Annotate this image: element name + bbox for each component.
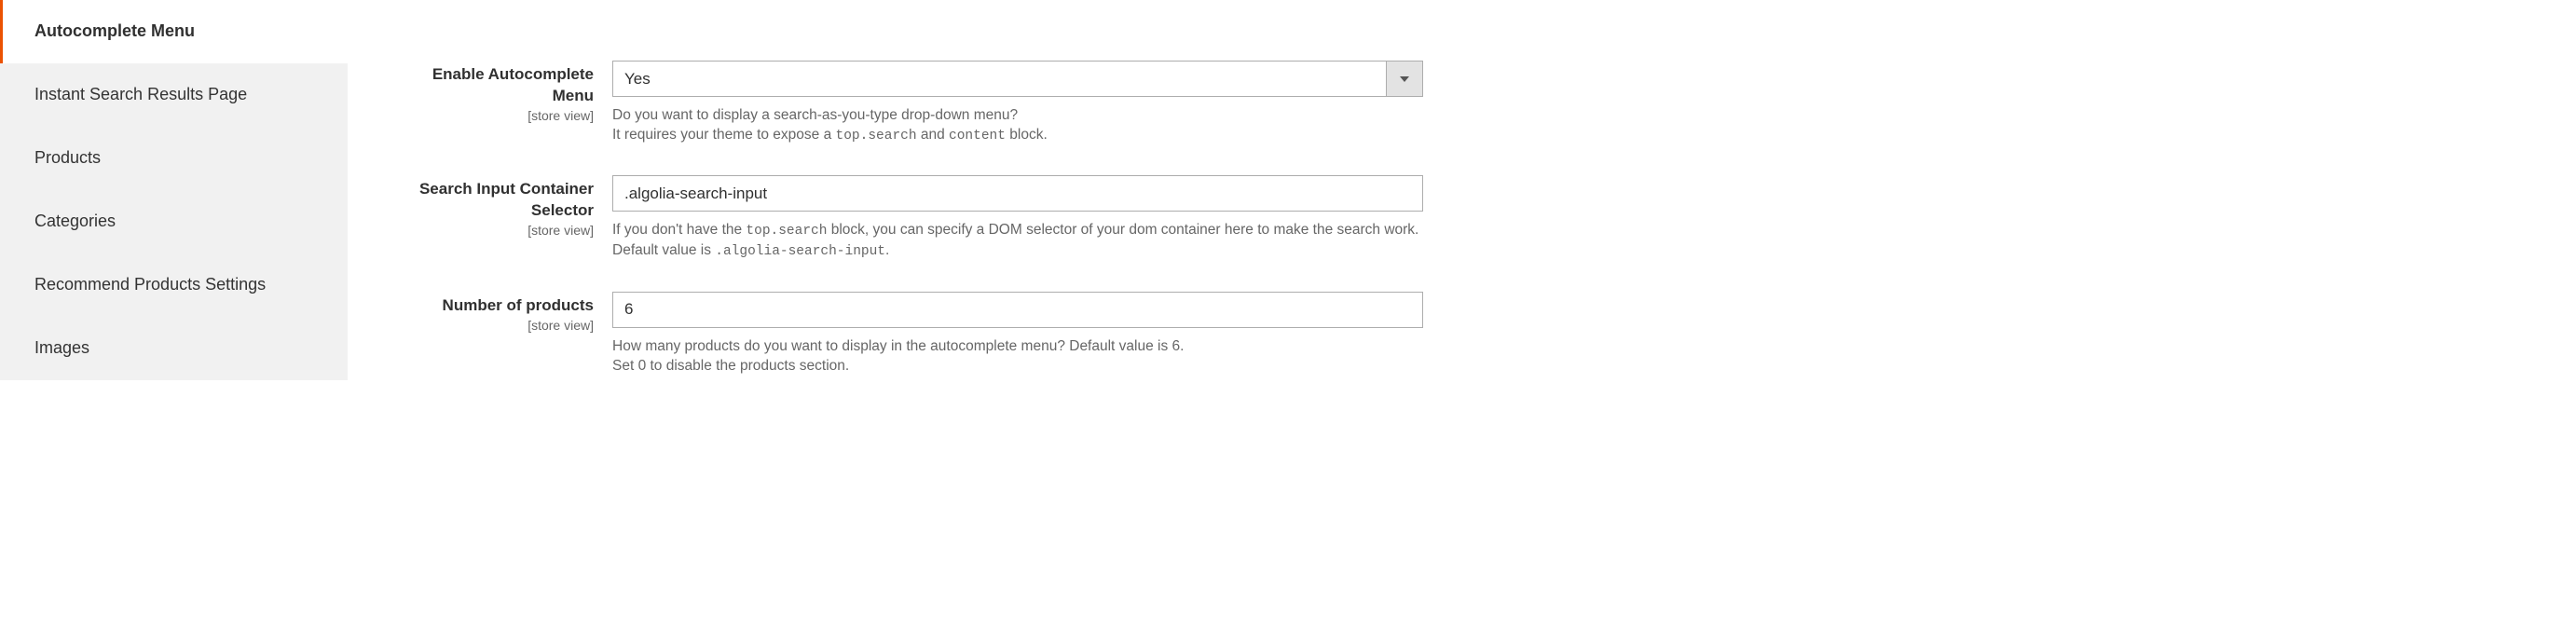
field-label: Enable Autocomplete Menu xyxy=(392,64,594,107)
help-code: content xyxy=(949,129,1006,144)
search-selector-input[interactable] xyxy=(612,175,1423,212)
number-of-products-input[interactable] xyxy=(612,292,1423,328)
config-layout: Autocomplete Menu Instant Search Results… xyxy=(0,0,2576,643)
sidebar-item-products[interactable]: Products xyxy=(0,127,348,190)
help-text: . xyxy=(885,242,889,258)
help-text: If you don't have the xyxy=(612,222,746,238)
sidebar-item-label: Categories xyxy=(34,212,116,230)
help-code: top.search xyxy=(836,129,917,144)
field-label-col: Enable Autocomplete Menu [store view] xyxy=(392,61,612,123)
field-label: Search Input Container Selector xyxy=(392,179,594,222)
field-control-col: Yes Do you want to display a search-as-y… xyxy=(612,61,1423,145)
config-main: Enable Autocomplete Menu [store view] Ye… xyxy=(348,0,2576,643)
select-value: Yes xyxy=(613,62,1386,96)
help-text: How many products do you want to display… xyxy=(612,338,1184,354)
help-code: .algolia-search-input xyxy=(715,244,885,259)
field-help: How many products do you want to display… xyxy=(612,337,1423,376)
field-label: Number of products xyxy=(392,295,594,317)
help-text: block. xyxy=(1006,127,1048,143)
help-text: Set 0 to disable the products section. xyxy=(612,358,849,374)
sidebar-item-label: Recommend Products Settings xyxy=(34,275,266,294)
help-text: It requires your theme to expose a xyxy=(612,127,836,143)
field-number-of-products: Number of products [store view] How many… xyxy=(392,292,2548,376)
config-sidebar: Autocomplete Menu Instant Search Results… xyxy=(0,0,348,643)
field-search-selector: Search Input Container Selector [store v… xyxy=(392,175,2548,261)
sidebar-item-label: Autocomplete Menu xyxy=(34,21,195,40)
field-control-col: If you don't have the top.search block, … xyxy=(612,175,1423,261)
help-code: top.search xyxy=(746,224,827,239)
help-text: and xyxy=(917,127,949,143)
enable-autocomplete-select[interactable]: Yes xyxy=(612,61,1423,97)
sidebar-item-label: Products xyxy=(34,148,101,167)
sidebar-item-instant-search[interactable]: Instant Search Results Page xyxy=(0,63,348,127)
field-scope: [store view] xyxy=(392,318,594,333)
field-control-col: How many products do you want to display… xyxy=(612,292,1423,376)
field-scope: [store view] xyxy=(392,223,594,238)
sidebar-item-images[interactable]: Images xyxy=(0,317,348,380)
chevron-down-icon xyxy=(1386,62,1422,96)
field-help: If you don't have the top.search block, … xyxy=(612,221,1423,261)
sidebar-item-autocomplete-menu[interactable]: Autocomplete Menu xyxy=(0,0,348,63)
sidebar-item-categories[interactable]: Categories xyxy=(0,190,348,253)
sidebar-item-label: Instant Search Results Page xyxy=(34,85,247,103)
field-help: Do you want to display a search-as-you-t… xyxy=(612,106,1423,145)
sidebar-item-recommend[interactable]: Recommend Products Settings xyxy=(0,253,348,317)
field-scope: [store view] xyxy=(392,108,594,123)
sidebar-item-label: Images xyxy=(34,338,89,357)
help-text: Do you want to display a search-as-you-t… xyxy=(612,107,1018,123)
field-label-col: Search Input Container Selector [store v… xyxy=(392,175,612,238)
field-label-col: Number of products [store view] xyxy=(392,292,612,333)
field-enable-autocomplete: Enable Autocomplete Menu [store view] Ye… xyxy=(392,61,2548,145)
